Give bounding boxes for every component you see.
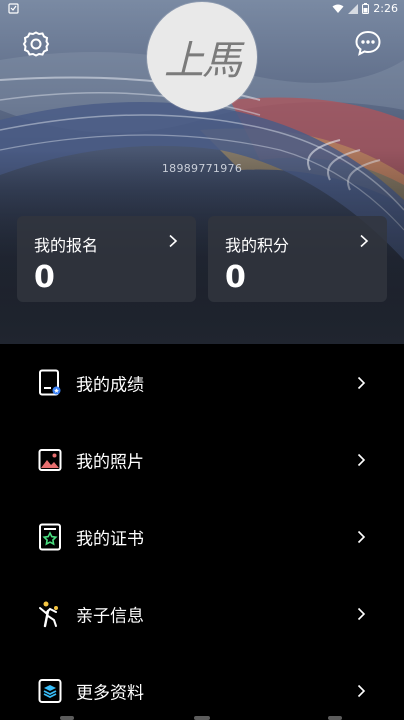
photo-icon [38,448,62,471]
certificate-icon [39,523,61,550]
status-icons: 2:26 [332,2,398,15]
score-report-icon [39,369,61,395]
notification-icon [8,3,19,14]
profile-screen: 2:26 上馬 18989771976 我的报名 0 我的积分 0 我的成绩 我… [0,0,404,720]
menu-item-label: 我的成绩 [76,375,144,395]
battery-icon [362,3,370,14]
chevron-right-icon [169,234,178,248]
menu-item-family-info[interactable]: 亲子信息 [0,575,404,652]
profile-header: 2:26 上馬 18989771976 我的报名 0 我的积分 0 [0,0,404,344]
menu-item-my-certificates[interactable]: 我的证书 [0,498,404,575]
profile-menu: 我的成绩 我的照片 我的证书 亲子信息 更多资料 [0,344,404,720]
wifi-icon [332,4,344,13]
gear-icon[interactable] [22,30,50,58]
chevron-right-icon [357,376,366,389]
chevron-right-icon [357,684,366,697]
avatar-logo-text: 上馬 [164,38,242,84]
menu-item-my-photos[interactable]: 我的照片 [0,421,404,498]
stat-value: 0 [225,260,246,295]
menu-item-label: 我的证书 [76,529,144,549]
nav-home-button[interactable] [194,716,210,720]
menu-item-label: 更多资料 [76,683,144,703]
stat-value: 0 [34,260,55,295]
my-registrations-card[interactable]: 我的报名 0 [17,216,196,302]
menu-item-my-scores[interactable]: 我的成绩 [0,344,404,421]
phone-number: 18989771976 [161,162,243,175]
stat-label: 我的积分 [225,236,290,255]
status-time: 2:26 [373,2,398,15]
chat-bubble-icon[interactable] [354,29,382,57]
my-points-card[interactable]: 我的积分 0 [208,216,387,302]
menu-item-label: 亲子信息 [76,606,144,626]
avatar[interactable]: 上馬 [147,2,257,112]
chevron-right-icon [360,234,369,248]
stat-label: 我的报名 [34,236,99,255]
family-runner-icon [39,601,58,627]
signal-icon [348,3,359,14]
more-info-icon [38,678,62,703]
chevron-right-icon [357,453,366,466]
chevron-right-icon [357,607,366,620]
menu-item-label: 我的照片 [76,452,144,472]
chevron-right-icon [357,530,366,543]
nav-back-button[interactable] [60,716,74,720]
nav-recents-button[interactable] [328,716,342,720]
